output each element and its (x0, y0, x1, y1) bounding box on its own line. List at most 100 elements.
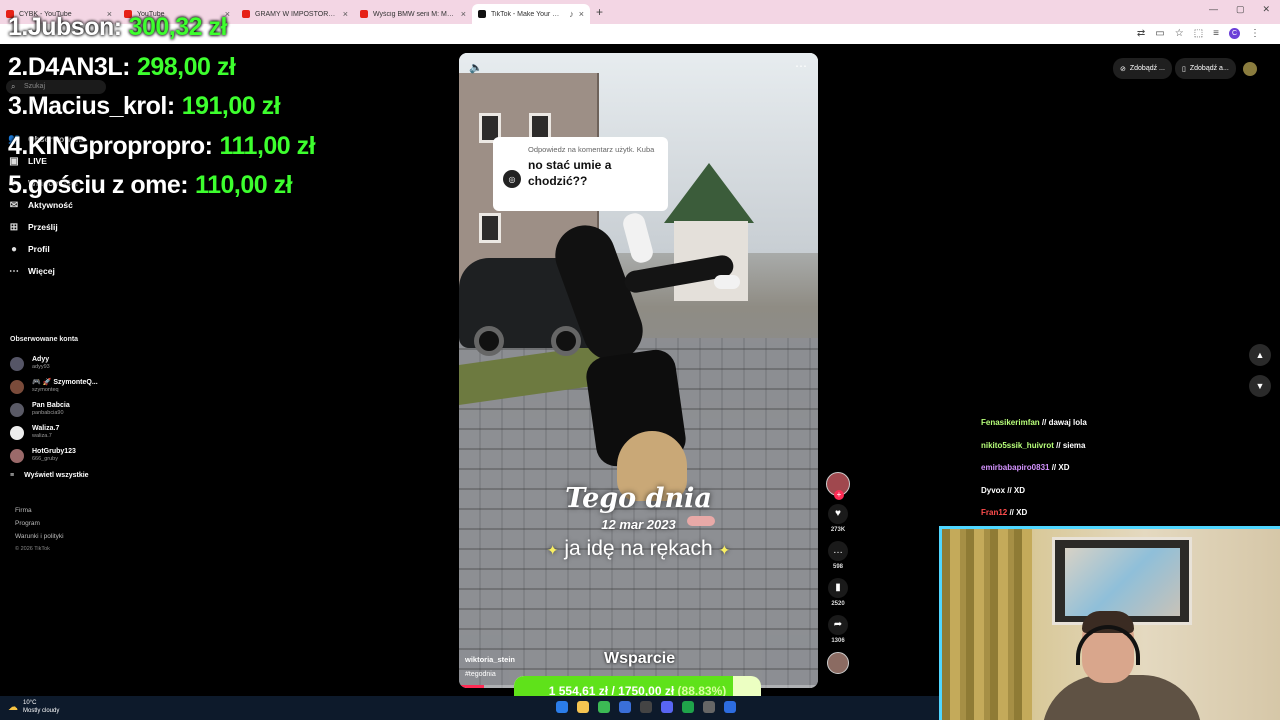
app-icon[interactable] (724, 701, 736, 713)
leaderboard-amount: 191,00 zł (181, 92, 281, 121)
profile-avatar[interactable]: C (1229, 28, 1240, 39)
chat-text: XD (1058, 463, 1070, 473)
account-handle: szymonteq (32, 387, 59, 393)
copyright: © 2026 TikTok (15, 546, 50, 552)
video-progress-fill (459, 685, 485, 688)
next-video-button[interactable]: ▼ (1249, 375, 1271, 397)
tab-label: TikTok - Make Your Day (491, 10, 565, 18)
maximize-icon[interactable]: ▢ (1236, 4, 1245, 15)
sparkle-icon: ✦ (718, 542, 731, 558)
chat-user: emirbabapiro0831 (981, 463, 1050, 473)
avatar (10, 425, 24, 440)
following-account[interactable]: 🎮 🚀 SzymonteQ... szymonteq (10, 375, 98, 398)
avatar (10, 379, 24, 394)
chat-user: Fran12 (981, 508, 1008, 518)
file-explorer-icon[interactable] (577, 701, 589, 713)
video-player[interactable]: 🔈 ⋯ ◎ Odpowiedz na komentarz użytk. Kuba… (459, 53, 818, 688)
chat-separator: // (1039, 418, 1049, 427)
following-account[interactable]: HotGruby123 666_gruby (10, 444, 98, 467)
painting-canvas (1065, 548, 1180, 616)
avatar (10, 402, 24, 417)
music-disc-avatar[interactable] (827, 652, 849, 674)
footer-link[interactable]: Program (15, 517, 64, 530)
tab-label: Wyścig BMW serii M: M2, M3, M (373, 10, 456, 18)
reply-header: Odpowiedz na komentarz użytk. Kuba (528, 145, 655, 154)
more-icon: ⋯ (9, 265, 19, 277)
translate-icon[interactable]: ⇄ (1137, 28, 1145, 39)
store-icon[interactable] (619, 701, 631, 713)
leaderboard-row: 2. D4AN3L: 298,00 zł (8, 48, 315, 88)
sidebar-item-profile[interactable]: ● Profil (8, 238, 83, 260)
footer-link[interactable]: Firma (15, 504, 64, 517)
share-button[interactable]: ➦ 1306 (824, 615, 852, 644)
get-app-button[interactable]: ▯ Zdobądź a... (1175, 58, 1236, 79)
leaderboard-name: D4AN3L: (27, 52, 131, 81)
show-all-link[interactable]: ≡ Wyświetl wszystkie (10, 472, 89, 479)
weather-temp: 10°C (23, 700, 37, 706)
chat-text: XD (1016, 508, 1028, 518)
user-avatar[interactable] (1243, 62, 1257, 76)
volume-icon[interactable]: 🔈 (469, 61, 483, 74)
chat-user: Dyvox (981, 485, 1006, 495)
browser-tab-active[interactable]: TikTok - Make Your Day ♪ × (472, 4, 590, 24)
avatar (10, 356, 24, 371)
video-author[interactable]: wiktoria_stein (465, 655, 515, 664)
leaderboard-row: 4. KINGpropropro: 111,00 zł (8, 127, 316, 167)
speaker-icon[interactable]: ♪ (569, 9, 574, 19)
sidebar-item-label: Prześlij (28, 222, 58, 232)
account-name: Waliza.7 (32, 425, 60, 432)
following-account[interactable]: Adyy adyy93 (10, 352, 98, 375)
extensions-icon[interactable]: ⬚ (1194, 28, 1203, 39)
menu-icon[interactable]: ≡ (1213, 28, 1219, 39)
minimize-icon[interactable]: — (1209, 4, 1218, 15)
close-tab-icon[interactable]: × (461, 9, 466, 19)
following-account[interactable]: Waliza.7 waliza.7 (10, 421, 98, 444)
previous-video-button[interactable]: ▲ (1249, 344, 1271, 366)
leaderboard-row: 3. Macius_krol: 191,00 zł (8, 87, 315, 127)
windows-start-icon[interactable] (556, 701, 568, 713)
chat-message: emirbabapiro0831 // XD (981, 463, 1087, 486)
new-tab-button[interactable]: + (596, 5, 603, 19)
footer-link[interactable]: Warunki i polityki (15, 530, 64, 543)
close-tab-icon[interactable]: × (343, 9, 348, 19)
streamer-webcam (939, 526, 1280, 720)
weather-widget[interactable]: ☁ 10°C Mostly cloudy (8, 699, 59, 715)
video-hashtag[interactable]: #tegodnia (465, 671, 496, 678)
close-window-icon[interactable]: ✕ (1262, 4, 1270, 15)
settings-icon[interactable] (703, 701, 715, 713)
cast-icon[interactable]: ▭ (1155, 28, 1164, 39)
follow-plus-icon[interactable]: + (834, 490, 844, 500)
show-all-label: Wyświetl wszystkie (24, 472, 89, 479)
leaderboard-row: 1. Jubson: 300,32 zł (8, 8, 315, 48)
account-handle: panbabcia90 (32, 410, 64, 416)
chevron-up-icon: ▲ (1255, 350, 1265, 360)
following-account[interactable]: Pan Babcia panbabcia90 (10, 398, 98, 421)
kebab-icon[interactable]: ⋮ (1250, 28, 1260, 39)
account-name: HotGruby123 (32, 448, 76, 455)
account-name: Pan Babcia (32, 402, 70, 409)
save-button[interactable]: ▮ 2520 (824, 578, 852, 607)
chrome-icon[interactable] (598, 701, 610, 713)
chat-separator: // (1007, 508, 1017, 518)
more-options-icon[interactable]: ⋯ (795, 59, 808, 73)
terminal-icon[interactable] (640, 701, 652, 713)
spotify-icon[interactable] (682, 701, 694, 713)
star-icon[interactable]: ☆ (1175, 28, 1184, 39)
taskbar-apps (556, 701, 736, 713)
stream-chat: Fenasikerimfan // dawaj lola nikito5ssik… (981, 418, 1087, 531)
sidebar-item-upload[interactable]: ⊞ Prześlij (8, 216, 83, 238)
close-tab-icon[interactable]: × (579, 9, 584, 19)
comment-button[interactable]: … 598 (824, 541, 852, 570)
get-coins-button[interactable]: ⊘ Zdobądź ... (1113, 58, 1172, 79)
leaderboard-amount: 298,00 zł (136, 52, 236, 81)
avatar (10, 448, 24, 463)
sidebar-item-label: Profil (28, 244, 50, 254)
leaderboard-rank: 3. (8, 92, 28, 121)
creator-avatar[interactable]: + (826, 472, 850, 500)
browser-tab[interactable]: Wyścig BMW serii M: M2, M3, M × (354, 4, 472, 24)
like-button[interactable]: ♥ 273K (824, 504, 852, 533)
share-count: 1306 (831, 638, 845, 644)
video-caption-title: Tego dnia (565, 483, 712, 514)
sidebar-item-more[interactable]: ⋯ Więcej (8, 260, 83, 282)
discord-icon[interactable] (661, 701, 673, 713)
